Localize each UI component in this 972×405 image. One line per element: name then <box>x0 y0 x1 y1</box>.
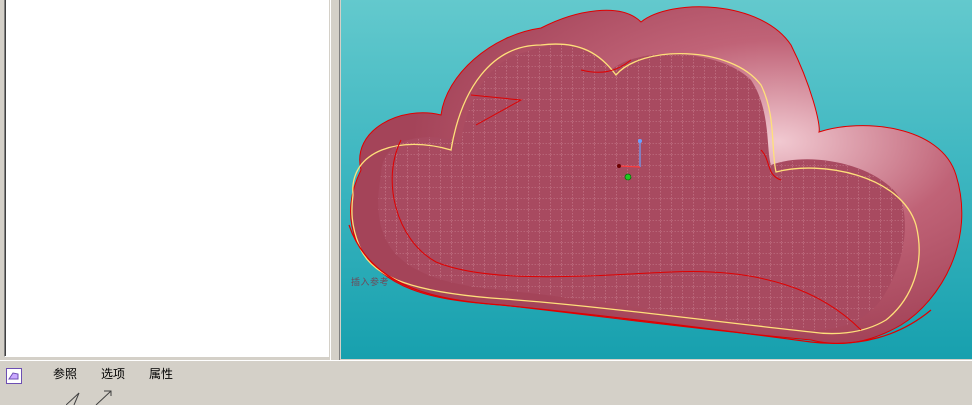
tab-references[interactable]: 参照 <box>52 365 78 382</box>
tab-properties[interactable]: 属性 <box>148 365 174 382</box>
feature-dashboard: 参照 选项 属性 <box>0 360 972 405</box>
insert-feature-icon[interactable] <box>5 367 23 385</box>
cloud-model[interactable] <box>341 0 972 359</box>
dashboard-tabs: 参照 选项 属性 <box>52 365 174 382</box>
tab-options[interactable]: 选项 <box>100 365 126 382</box>
panel-splitter[interactable] <box>330 0 340 360</box>
dashboard-tool-icons <box>66 390 112 405</box>
viewport-reference-label: 插入参考 <box>351 278 390 288</box>
main-window: 插入参考 <box>0 0 972 360</box>
origin-point-icon <box>624 173 632 181</box>
flip-direction-icon[interactable] <box>95 390 112 405</box>
draft-angle-icon[interactable] <box>66 392 80 405</box>
graphics-viewport[interactable]: 插入参考 <box>341 0 972 359</box>
model-tree-panel[interactable] <box>4 0 329 357</box>
